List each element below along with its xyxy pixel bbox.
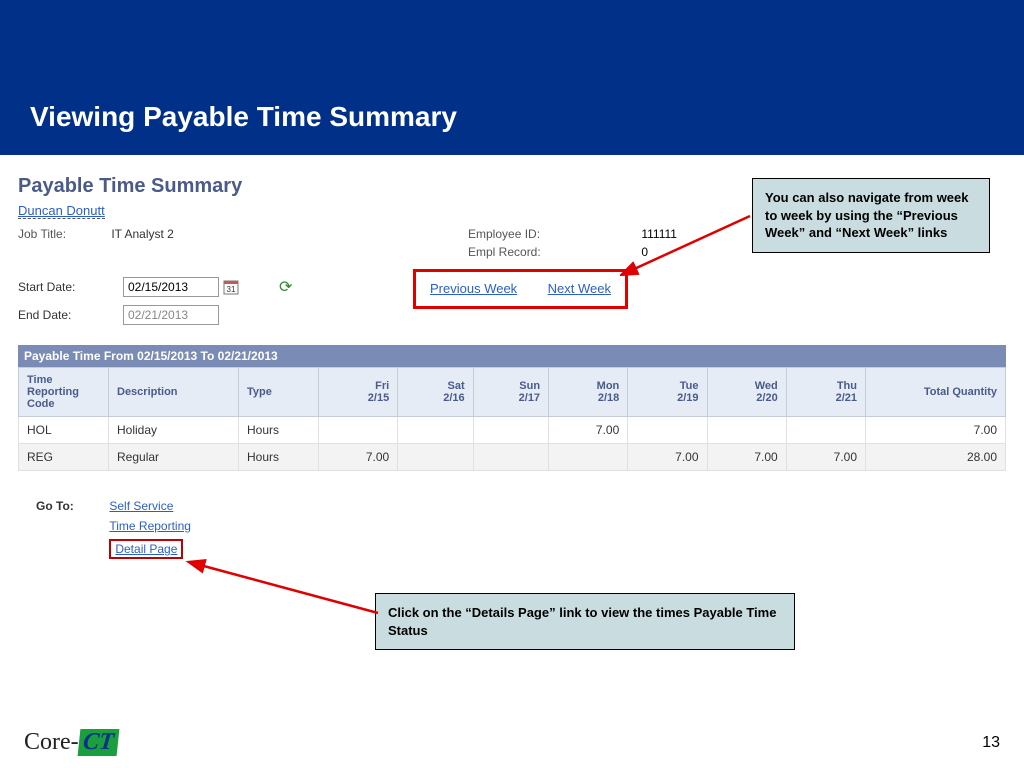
calendar-icon[interactable]: 31 (223, 279, 239, 295)
table-cell (473, 444, 548, 471)
svg-text:31: 31 (227, 285, 236, 294)
table-cell: Holiday (109, 417, 239, 444)
table-row: HOLHolidayHours 7.00 7.00 (19, 417, 1006, 444)
self-service-link[interactable]: Self Service (109, 499, 173, 513)
table-cell: 7.00 (628, 444, 707, 471)
goto-section: Go To: Self Service Time Reporting Detai… (36, 499, 1006, 565)
week-nav-highlight: Previous Week Next Week (413, 269, 628, 309)
table-cell: REG (19, 444, 109, 471)
th-day: Sun 2/17 (473, 368, 548, 417)
th-day: Mon 2/18 (549, 368, 628, 417)
th-day: Tue 2/19 (628, 368, 707, 417)
empl-record-value: 0 (641, 245, 701, 259)
table-cell (319, 417, 398, 444)
end-date-label: End Date: (18, 301, 123, 329)
logo-prefix: Core- (24, 729, 79, 755)
table-cell (707, 417, 786, 444)
goto-label: Go To: (36, 499, 106, 513)
slide-title: Viewing Payable Time Summary (30, 101, 457, 133)
table-banner: Payable Time From 02/15/2013 To 02/21/20… (18, 345, 1006, 367)
start-date-label: Start Date: (18, 273, 123, 301)
th-day: Sat 2/16 (398, 368, 473, 417)
callout-detail-page: Click on the “Details Page” link to view… (375, 593, 795, 650)
detail-page-link[interactable]: Detail Page (115, 542, 177, 556)
th-desc: Description (109, 368, 239, 417)
table-cell: 7.00 (866, 417, 1006, 444)
th-day: Wed 2/20 (707, 368, 786, 417)
slide-header: Viewing Payable Time Summary (0, 0, 1024, 155)
empl-record-label: Empl Record: (468, 245, 638, 259)
table-cell (398, 444, 473, 471)
th-day: Fri 2/15 (319, 368, 398, 417)
start-date-input[interactable] (123, 277, 219, 297)
core-ct-logo: Core-CT (24, 729, 117, 756)
table-cell (786, 417, 865, 444)
table-cell: 7.00 (707, 444, 786, 471)
payable-time-table-wrap: Payable Time From 02/15/2013 To 02/21/20… (18, 345, 1006, 471)
table-cell: Hours (239, 444, 319, 471)
table-cell (549, 444, 628, 471)
table-cell (628, 417, 707, 444)
detail-page-highlight: Detail Page (109, 539, 183, 559)
employee-id-value: 111111 (641, 227, 701, 241)
table-cell: Regular (109, 444, 239, 471)
job-title-value: IT Analyst 2 (111, 227, 173, 241)
table-cell: Hours (239, 417, 319, 444)
th-total: Total Quantity (866, 368, 1006, 417)
previous-week-link[interactable]: Previous Week (430, 281, 517, 296)
callout-week-nav: You can also navigate from week to week … (752, 178, 990, 253)
page-number: 13 (982, 734, 1000, 752)
payable-time-table: Time Reporting Code Description Type Fri… (18, 367, 1006, 471)
job-title-label: Job Title: (18, 227, 108, 241)
th-type: Type (239, 368, 319, 417)
table-cell (398, 417, 473, 444)
time-reporting-link[interactable]: Time Reporting (109, 519, 191, 533)
logo-badge: CT (77, 729, 119, 756)
end-date-input[interactable] (123, 305, 219, 325)
table-cell: 7.00 (319, 444, 398, 471)
th-trc: Time Reporting Code (19, 368, 109, 417)
table-cell: HOL (19, 417, 109, 444)
employee-id-label: Employee ID: (468, 227, 638, 241)
next-week-link[interactable]: Next Week (548, 281, 611, 296)
table-cell (473, 417, 548, 444)
footer: Core-CT 13 (0, 729, 1024, 756)
table-cell: 28.00 (866, 444, 1006, 471)
employee-name-link[interactable]: Duncan Donutt (18, 203, 105, 219)
date-row: Start Date: End Date: 31 ⟳ Previous Week… (18, 273, 1006, 329)
table-cell: 7.00 (549, 417, 628, 444)
table-row: REGRegularHours7.007.007.007.0028.00 (19, 444, 1006, 471)
table-cell: 7.00 (786, 444, 865, 471)
arrow-icon (180, 555, 390, 625)
th-day: Thu 2/21 (786, 368, 865, 417)
refresh-icon[interactable]: ⟳ (279, 277, 292, 297)
